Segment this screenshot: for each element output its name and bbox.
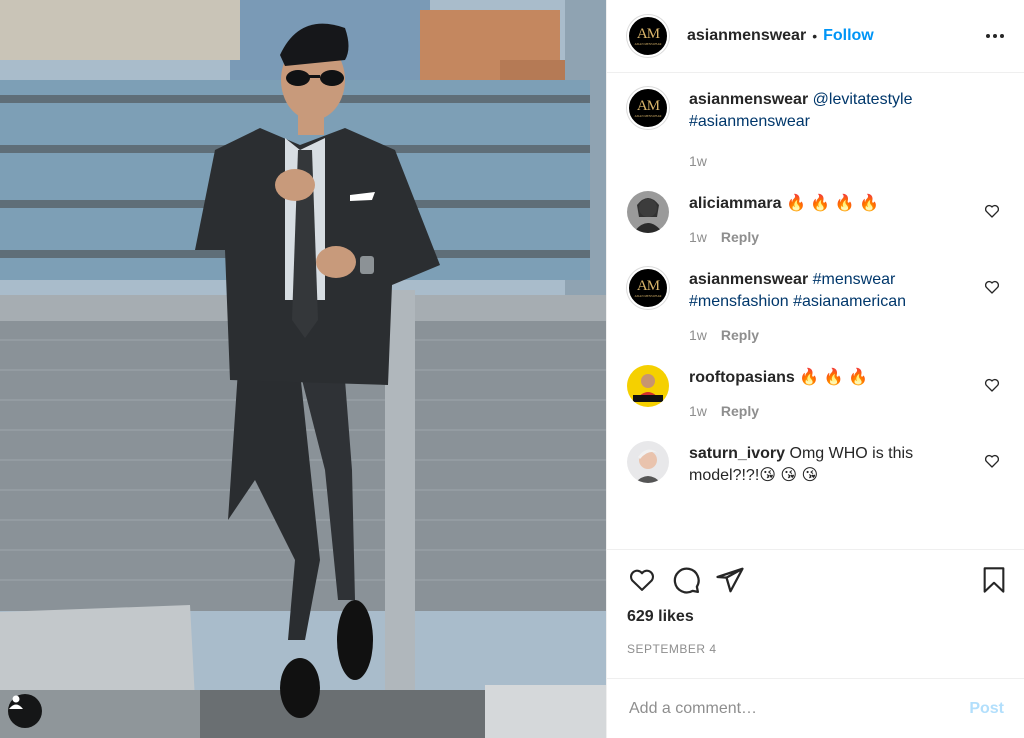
comment-item: AM ASIAN MENSWEAR asianmenswear #menswea…	[627, 267, 1006, 343]
author-username[interactable]: asianmenswear	[687, 27, 806, 45]
caption-text: asianmenswear @levitatestyle #asianmensw…	[689, 89, 969, 133]
comment-item: aliciammara 🔥 🔥 🔥 🔥 1w Reply	[627, 191, 1006, 245]
comment-item: saturn_ivory Omg WHO is this model?!?!😘 …	[627, 441, 1006, 487]
action-icons	[627, 562, 1008, 598]
comment-username[interactable]: aliciammara	[689, 195, 782, 212]
save-icon[interactable]	[980, 564, 1008, 596]
instagram-post: AM ASIAN MENSWEAR asianmenswear • Follow…	[0, 0, 1024, 738]
caption-meta: 1w	[689, 153, 969, 169]
likes-count[interactable]: 629 likes	[627, 608, 1008, 626]
comment-text: rooftopasians 🔥 🔥 🔥	[689, 367, 969, 389]
comment-username[interactable]: rooftopasians	[689, 369, 795, 386]
share-icon[interactable]	[715, 565, 745, 595]
comment-body: aliciammara 🔥 🔥 🔥 🔥 1w Reply	[689, 191, 969, 245]
caption: AM ASIAN MENSWEAR asianmenswear @levitat…	[627, 87, 1006, 169]
brand-logo: AM ASIAN MENSWEAR	[634, 97, 662, 118]
caption-time[interactable]: 1w	[689, 153, 707, 169]
commenter-avatar[interactable]	[627, 365, 669, 407]
brand-logo: AM ASIAN MENSWEAR	[634, 25, 662, 46]
comment-heart-icon[interactable]	[984, 203, 1000, 224]
comment-time[interactable]: 1w	[689, 403, 707, 419]
heart-icon[interactable]	[627, 566, 657, 594]
comment-content: 🔥 🔥 🔥	[799, 369, 868, 386]
comment-heart-icon[interactable]	[984, 377, 1000, 398]
comment-content: 🔥 🔥 🔥 🔥	[785, 195, 879, 212]
comment-heart-icon[interactable]	[984, 453, 1000, 474]
caption-username[interactable]: asianmenswear	[689, 91, 808, 108]
post-button[interactable]: Post	[969, 700, 1004, 718]
separator-dot: •	[812, 28, 818, 44]
comment-item: rooftopasians 🔥 🔥 🔥 1w Reply	[627, 365, 1006, 419]
comment-heart-icon[interactable]	[984, 279, 1000, 300]
commenter-avatar[interactable]	[627, 191, 669, 233]
comment-time[interactable]: 1w	[689, 327, 707, 343]
commenter-avatar[interactable]: AM ASIAN MENSWEAR	[627, 267, 669, 309]
comment-body: rooftopasians 🔥 🔥 🔥 1w Reply	[689, 365, 969, 419]
comment-meta: 1w Reply	[689, 327, 969, 343]
comments-list: AM ASIAN MENSWEAR asianmenswear @levitat…	[607, 73, 1024, 549]
comment-time[interactable]: 1w	[689, 229, 707, 245]
comment-icon[interactable]	[671, 565, 701, 595]
reply-button[interactable]: Reply	[721, 327, 759, 343]
commenter-avatar[interactable]	[627, 441, 669, 483]
brand-logo: AM ASIAN MENSWEAR	[634, 277, 662, 298]
add-comment-bar: Post	[607, 678, 1024, 738]
follow-button[interactable]: Follow	[823, 27, 874, 45]
comment-text: saturn_ivory Omg WHO is this model?!?!😘 …	[689, 443, 969, 487]
post-side-panel: AM ASIAN MENSWEAR asianmenswear • Follow…	[606, 0, 1024, 738]
actions-section: 629 likes SEPTEMBER 4	[607, 549, 1024, 678]
reply-button[interactable]: Reply	[721, 229, 759, 245]
comment-meta: 1w Reply	[689, 403, 969, 419]
reply-button[interactable]: Reply	[721, 403, 759, 419]
user-tag-icon[interactable]	[8, 694, 42, 728]
post-photo[interactable]	[0, 0, 606, 738]
caption-hashtag[interactable]: #asianmenswear	[689, 113, 810, 130]
photo-illustration	[0, 0, 606, 738]
author-avatar[interactable]: AM ASIAN MENSWEAR	[627, 15, 669, 57]
caption-avatar[interactable]: AM ASIAN MENSWEAR	[627, 87, 669, 129]
comment-input[interactable]	[627, 698, 970, 719]
comment-body: asianmenswear #menswear #mensfashion #as…	[689, 267, 969, 343]
comment-text: asianmenswear #menswear #mensfashion #as…	[689, 269, 969, 313]
comment-username[interactable]: asianmenswear	[689, 271, 808, 288]
comment-text: aliciammara 🔥 🔥 🔥 🔥	[689, 193, 969, 215]
post-date[interactable]: SEPTEMBER 4	[627, 642, 1008, 656]
comment-body: saturn_ivory Omg WHO is this model?!?!😘 …	[689, 441, 969, 487]
more-options-icon[interactable]	[984, 28, 1006, 44]
caption-mention[interactable]: @levitatestyle	[813, 91, 913, 108]
comment-username[interactable]: saturn_ivory	[689, 445, 785, 462]
caption-body: asianmenswear @levitatestyle #asianmensw…	[689, 87, 969, 169]
comment-meta: 1w Reply	[689, 229, 969, 245]
post-header: AM ASIAN MENSWEAR asianmenswear • Follow	[607, 0, 1024, 73]
